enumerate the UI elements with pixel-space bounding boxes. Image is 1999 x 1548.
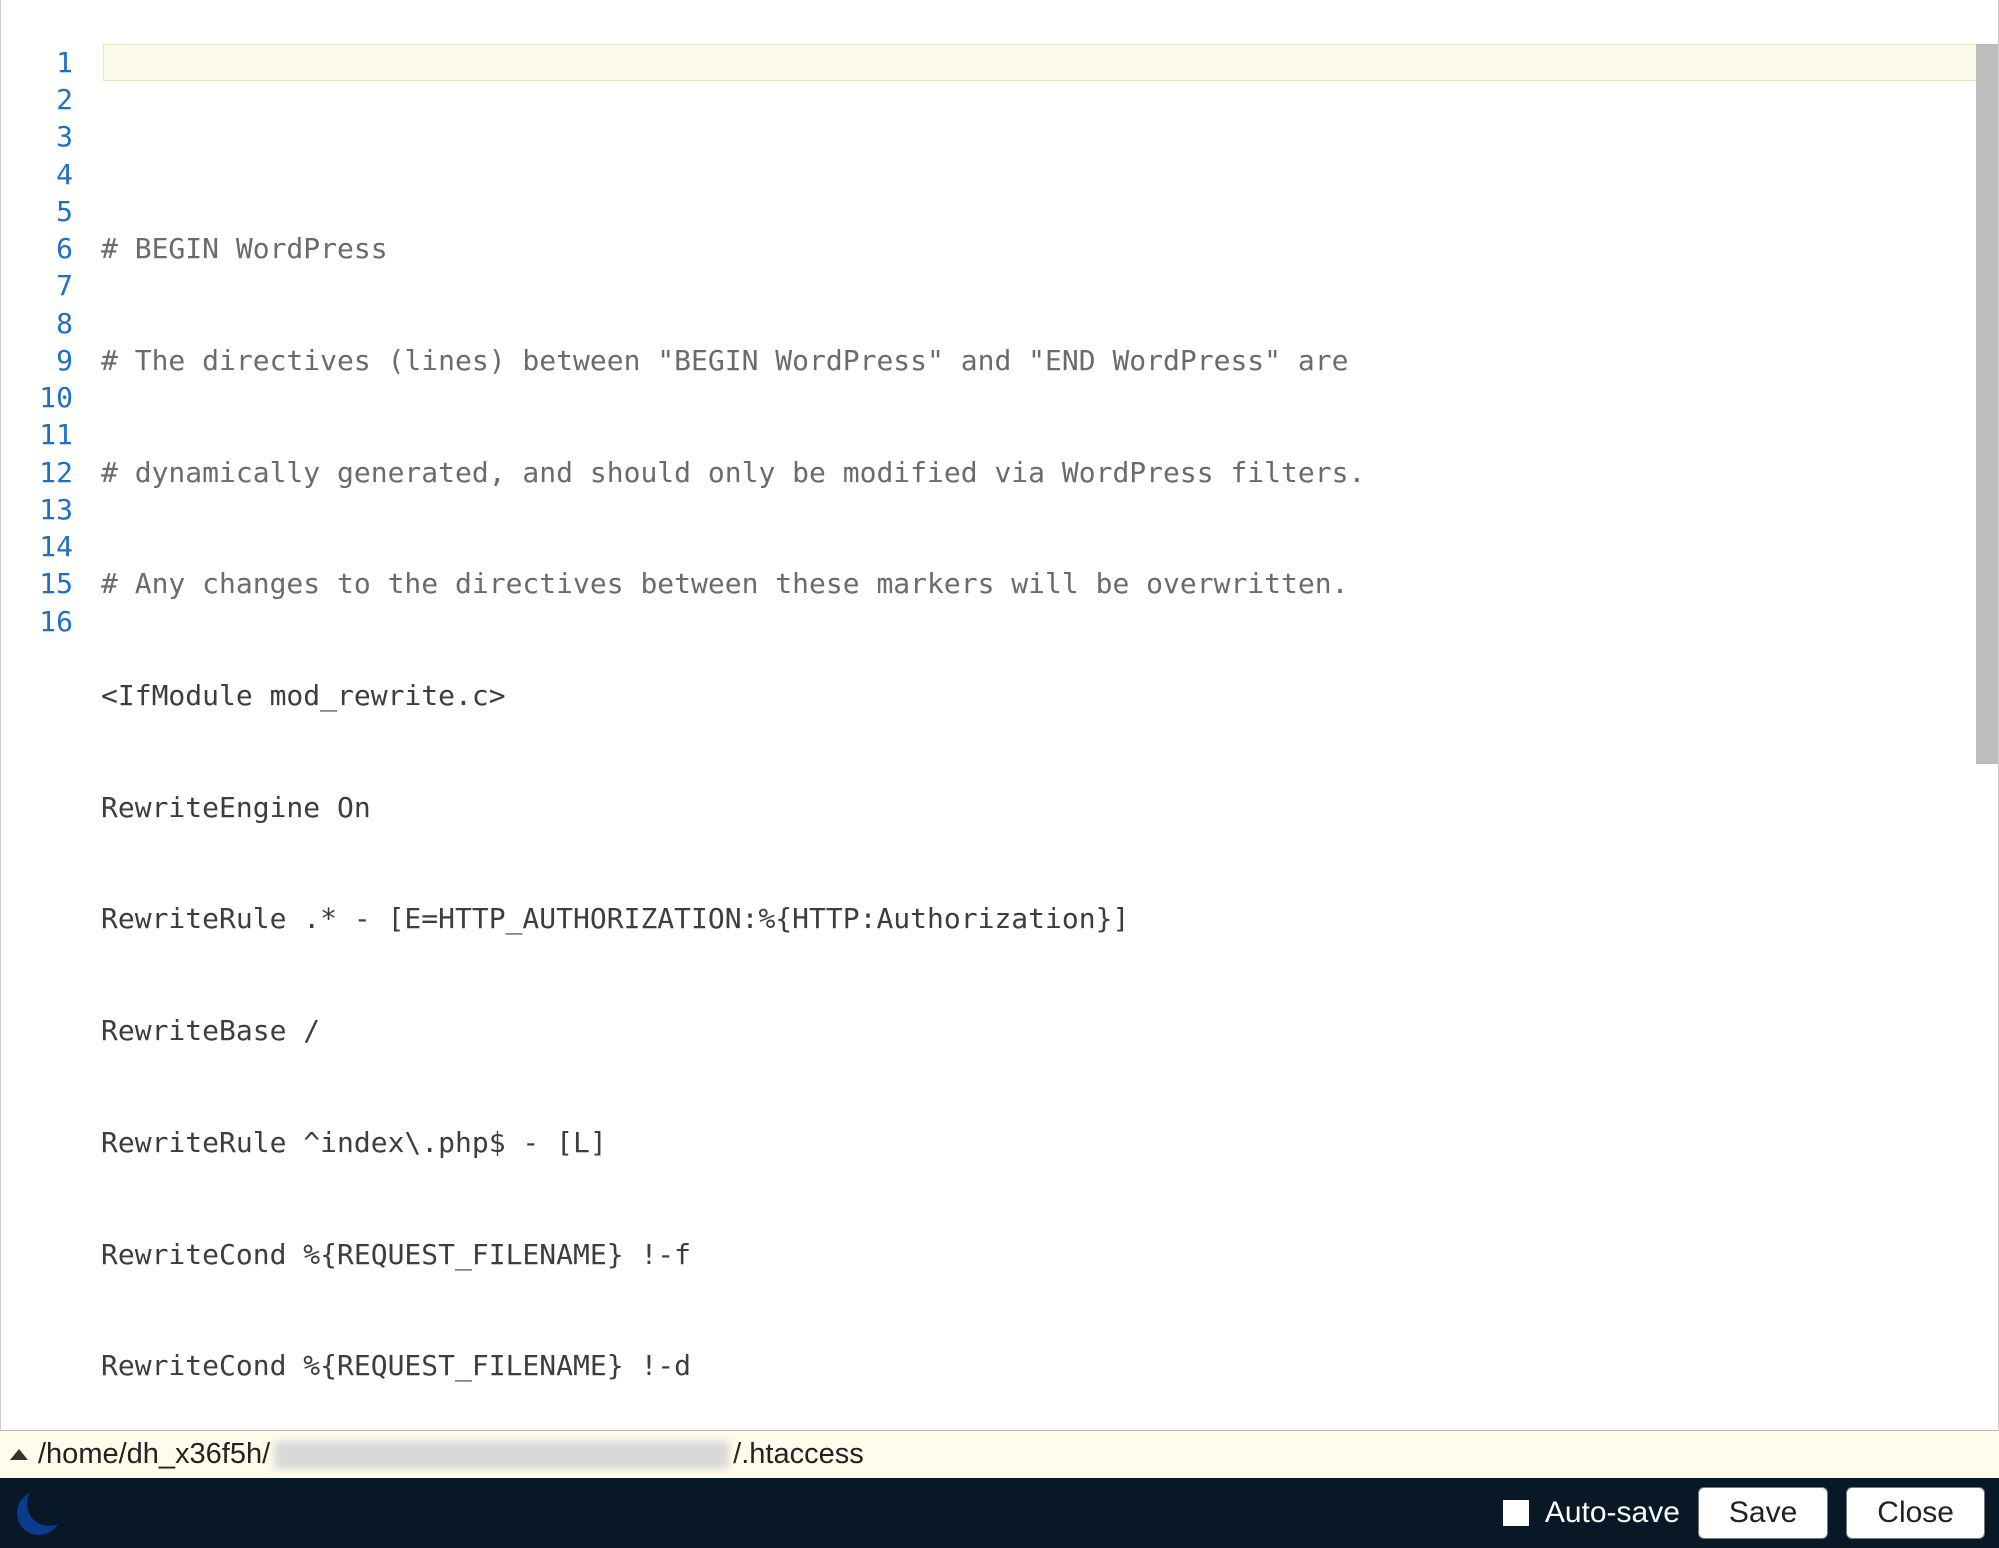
vertical-scrollbar-track[interactable] — [1976, 0, 1998, 1430]
line-number: 3 — [1, 118, 101, 155]
file-path-prefix: /home/dh_x36f5h/ — [38, 1438, 270, 1470]
file-path-bar[interactable]: /home/dh_x36f5h/ /.htaccess — [0, 1430, 1999, 1478]
line-number: 15 — [1, 565, 101, 602]
code-line: RewriteCond %{REQUEST_FILENAME} !-f — [101, 1236, 1998, 1273]
line-number: 11 — [1, 416, 101, 453]
file-path-suffix: /.htaccess — [733, 1438, 864, 1470]
code-line: RewriteRule ^index\.php$ - [L] — [101, 1124, 1998, 1161]
editor-container: 1 2 3 4 5 6 7 8 9 10 11 12 13 14 15 16 # — [0, 0, 1999, 1430]
code-editor[interactable]: 1 2 3 4 5 6 7 8 9 10 11 12 13 14 15 16 # — [1, 0, 1998, 1430]
active-line-highlight — [103, 44, 1998, 81]
line-number: 9 — [1, 342, 101, 379]
line-number: 4 — [1, 156, 101, 193]
line-number: 12 — [1, 454, 101, 491]
line-number: 13 — [1, 491, 101, 528]
code-line: # BEGIN WordPress — [101, 230, 1998, 267]
vertical-scrollbar-thumb[interactable] — [1976, 44, 1998, 764]
code-line: # Any changes to the directives between … — [101, 565, 1998, 602]
auto-save-toggle[interactable]: Auto-save — [1503, 1496, 1680, 1530]
code-line: RewriteCond %{REQUEST_FILENAME} !-d — [101, 1347, 1998, 1384]
line-number: 6 — [1, 230, 101, 267]
line-number-gutter: 1 2 3 4 5 6 7 8 9 10 11 12 13 14 15 16 — [1, 0, 101, 1430]
line-number: 16 — [1, 603, 101, 640]
save-button[interactable]: Save — [1698, 1487, 1828, 1539]
code-text-area[interactable]: # BEGIN WordPress # The directives (line… — [101, 0, 1998, 1430]
line-number: 5 — [1, 193, 101, 230]
line-number: 2 — [1, 81, 101, 118]
collapse-caret-icon[interactable] — [10, 1449, 28, 1460]
auto-save-label: Auto-save — [1545, 1496, 1680, 1530]
line-number: 7 — [1, 267, 101, 304]
close-button[interactable]: Close — [1846, 1487, 1985, 1539]
line-number: 10 — [1, 379, 101, 416]
line-number: 8 — [1, 305, 101, 342]
theme-toggle[interactable] — [14, 1488, 64, 1538]
code-line: RewriteEngine On — [101, 789, 1998, 826]
code-line: # dynamically generated, and should only… — [101, 454, 1998, 491]
code-line: RewriteBase / — [101, 1012, 1998, 1049]
code-line: # The directives (lines) between "BEGIN … — [101, 342, 1998, 379]
line-number: 14 — [1, 528, 101, 565]
file-path-redacted — [274, 1441, 729, 1469]
moon-icon — [14, 1488, 64, 1538]
bottom-toolbar: Auto-save Save Close — [0, 1478, 1999, 1548]
auto-save-checkbox[interactable] — [1503, 1500, 1529, 1526]
code-line: <IfModule mod_rewrite.c> — [101, 677, 1998, 714]
line-number: 1 — [1, 44, 101, 81]
app-root: 1 2 3 4 5 6 7 8 9 10 11 12 13 14 15 16 # — [0, 0, 1999, 1548]
file-path-text: /home/dh_x36f5h/ /.htaccess — [38, 1438, 864, 1471]
code-line: RewriteRule .* - [E=HTTP_AUTHORIZATION:%… — [101, 900, 1998, 937]
